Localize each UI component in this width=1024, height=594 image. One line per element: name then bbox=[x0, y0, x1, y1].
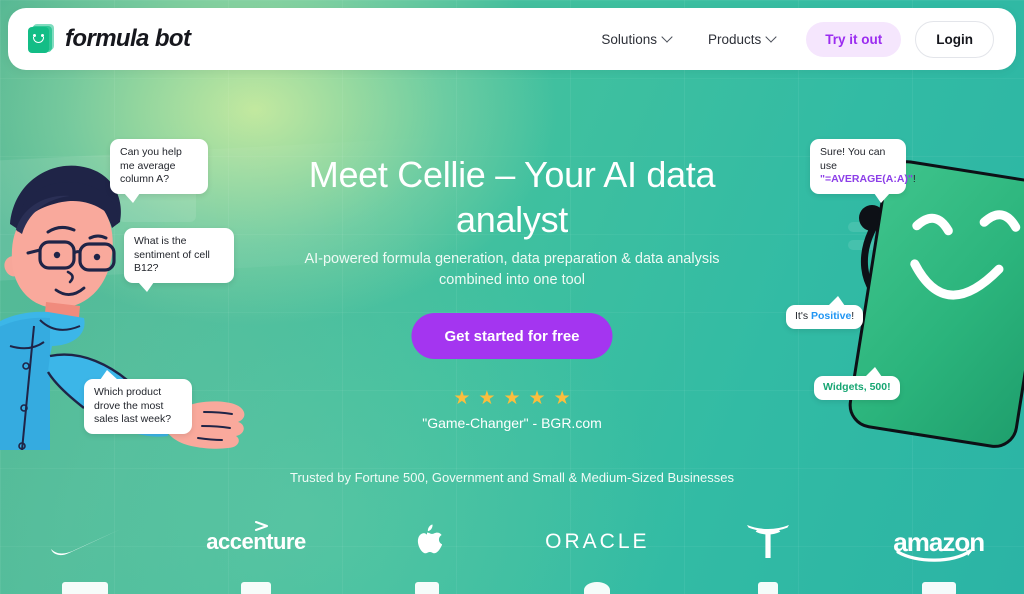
logo-accenture: accenture bbox=[171, 512, 342, 572]
top-navbar: formula bot Solutions Products Try it ou… bbox=[8, 8, 1016, 70]
bubble-widgets-text: Widgets, 500! bbox=[823, 381, 891, 393]
logo-strip: accenture ORACLE amazon bbox=[0, 512, 1024, 572]
chevron-down-icon bbox=[767, 33, 776, 42]
star-icon: ★ bbox=[528, 388, 546, 409]
apple-icon bbox=[417, 524, 442, 554]
nav-item-products[interactable]: Products bbox=[694, 23, 790, 56]
bubble-sure-suffix: ! bbox=[912, 173, 916, 185]
bubble-its-positive: It's Positive! bbox=[786, 296, 864, 329]
star-icon: ★ bbox=[453, 388, 471, 409]
get-started-button[interactable]: Get started for free bbox=[411, 313, 613, 359]
logo-partial-5 bbox=[683, 582, 854, 594]
nike-swoosh-icon bbox=[51, 529, 122, 556]
logo-strip-second-row-partial bbox=[0, 582, 1024, 594]
star-rating: ★ ★ ★ ★ ★ bbox=[453, 389, 570, 408]
logo-nike bbox=[0, 512, 171, 572]
bubble-product-sales: Which product drove the most sales last … bbox=[84, 370, 192, 434]
nav-item-products-label: Products bbox=[707, 31, 762, 47]
brand-logo[interactable]: formula bot bbox=[28, 24, 191, 54]
logo-oracle: ORACLE bbox=[512, 512, 683, 572]
bubble-sure-prefix: Sure! You can use bbox=[820, 146, 886, 172]
bubble-sure-formula: "=AVERAGE(A:A)" bbox=[820, 173, 913, 185]
brand-name: formula bot bbox=[65, 25, 191, 52]
chevron-down-icon bbox=[663, 33, 672, 42]
logo-partial-1 bbox=[0, 582, 171, 594]
bubble-positive-word: Positive bbox=[811, 310, 852, 322]
logo-partial-6 bbox=[853, 582, 1024, 594]
login-button[interactable]: Login bbox=[915, 20, 994, 58]
page-title: Meet Cellie – Your AI data analyst bbox=[308, 154, 716, 240]
nav-item-solutions[interactable]: Solutions bbox=[587, 23, 686, 56]
accenture-wordmark: accenture bbox=[206, 529, 306, 554]
star-icon: ★ bbox=[478, 388, 496, 409]
hero-subtitle: AI-powered formula generation, data prep… bbox=[304, 251, 720, 288]
bubble-widgets: Widgets, 500! bbox=[814, 367, 900, 400]
star-icon: ★ bbox=[503, 388, 521, 409]
tesla-icon bbox=[747, 525, 790, 558]
try-it-out-button[interactable]: Try it out bbox=[806, 21, 902, 57]
oracle-wordmark: ORACLE bbox=[545, 530, 650, 553]
page-root: formula bot Solutions Products Try it ou… bbox=[0, 0, 1024, 594]
review-quote: "Game-Changer" - BGR.com bbox=[422, 415, 602, 431]
bubble-positive-suffix: ! bbox=[851, 310, 855, 322]
logo-apple bbox=[341, 512, 512, 572]
bubble-positive-prefix: It's bbox=[795, 310, 812, 322]
nav-links-group: Solutions Products Try it out Login bbox=[587, 20, 994, 58]
bubble-sentiment: What is the sentiment of cell B12? bbox=[124, 228, 234, 291]
document-smiley-icon bbox=[28, 24, 54, 54]
logo-partial-2 bbox=[171, 582, 342, 594]
amazon-smile-icon bbox=[896, 548, 973, 562]
logo-tesla bbox=[683, 512, 854, 572]
logo-partial-3 bbox=[341, 582, 512, 594]
trusted-by-text: Trusted by Fortune 500, Government and S… bbox=[290, 470, 734, 485]
bubble-sure-average: Sure! You can use "=AVERAGE(A:A)"! bbox=[810, 139, 916, 202]
nav-item-solutions-label: Solutions bbox=[601, 31, 657, 47]
logo-amazon: amazon bbox=[853, 512, 1024, 572]
logo-partial-4 bbox=[512, 582, 683, 594]
accenture-arrow-icon bbox=[255, 521, 269, 531]
bubble-average-column: Can you help me average column A? bbox=[110, 139, 208, 202]
star-icon: ★ bbox=[553, 388, 571, 409]
